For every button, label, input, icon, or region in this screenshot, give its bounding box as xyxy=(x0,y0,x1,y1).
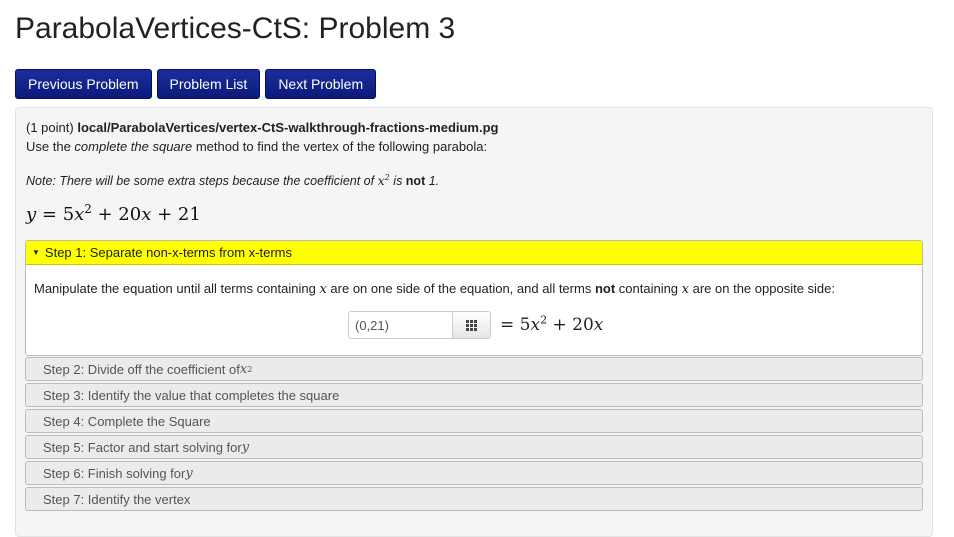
step-1-answer-row: = 5x2 + 20x xyxy=(348,311,603,339)
step-5-variable: y xyxy=(241,439,250,455)
step-1-variable: x xyxy=(319,282,327,297)
rhs-mid: + 20 xyxy=(547,315,594,335)
step-1-header[interactable]: ▼ Step 1: Separate non-x-terms from x-te… xyxy=(26,241,922,265)
equation-tail: + 21 xyxy=(151,204,201,225)
equation-x2: x xyxy=(141,204,152,225)
note-text: Note: There will be some extra steps bec… xyxy=(26,174,378,188)
problem-points: (1 point) xyxy=(26,120,74,135)
equation-x: x xyxy=(74,204,85,225)
problem-nav: Previous Problem Problem List Next Probl… xyxy=(15,69,377,99)
note-text-end: 1. xyxy=(425,174,440,188)
step-1-instruction: Manipulate the equation until all terms … xyxy=(34,281,835,297)
note-text-mid: is xyxy=(389,174,406,188)
rhs-x: x xyxy=(530,315,541,335)
step-1-bold: not xyxy=(594,281,616,296)
equation-lhs: y xyxy=(26,204,37,225)
step-6-label: Step 6: Finish solving for xyxy=(43,465,186,481)
step-5-header[interactable]: Step 5: Factor and start solving for y xyxy=(25,435,923,459)
step-6-header[interactable]: Step 6: Finish solving for y xyxy=(25,461,923,485)
step-1-panel: ▼ Step 1: Separate non-x-terms from x-te… xyxy=(25,240,923,356)
equation-exponent: 2 xyxy=(84,202,92,216)
problem-instruction: Use the complete the square method to fi… xyxy=(26,139,487,154)
next-problem-button[interactable]: Next Problem xyxy=(265,69,377,99)
step-7-header[interactable]: Step 7: Identify the vertex xyxy=(25,487,923,511)
problem-path: local/ParabolaVertices/vertex-CtS-walkth… xyxy=(77,120,499,135)
step-1-text-mid2: containing xyxy=(615,281,682,296)
step-1-text-end: are on the opposite side: xyxy=(689,281,835,296)
page-title: ParabolaVertices-CtS: Problem 3 xyxy=(15,12,456,45)
step-2-header[interactable]: Step 2: Divide off the coefficient of x2 xyxy=(25,357,923,381)
step-6-variable: y xyxy=(185,465,193,481)
step-1-variable-2: x xyxy=(681,282,689,297)
step-5-label: Step 5: Factor and start solving for xyxy=(43,439,242,455)
answer-rhs-equation: = 5x2 + 20x xyxy=(500,314,604,335)
rhs-x2: x xyxy=(593,315,604,335)
equation-mid: + 20 xyxy=(91,204,142,225)
step-2-variable: x xyxy=(239,361,248,377)
step-2-label: Step 2: Divide off the coefficient of xyxy=(43,361,240,377)
answer-input[interactable] xyxy=(348,311,453,339)
problem-header: (1 point) local/ParabolaVertices/vertex-… xyxy=(26,120,499,135)
step-1-label: Step 1: Separate non-x-terms from x-term… xyxy=(44,245,293,260)
instruction-text-end: method to find the vertex of the followi… xyxy=(192,139,488,154)
parabola-equation: y = 5x2 + 20x + 21 xyxy=(26,202,201,225)
instruction-text: Use the xyxy=(26,139,75,154)
previous-problem-button[interactable]: Previous Problem xyxy=(15,69,152,99)
instruction-emphasis: complete the square xyxy=(74,139,193,154)
grid-icon xyxy=(466,319,477,331)
step-4-header[interactable]: Step 4: Complete the Square xyxy=(25,409,923,433)
step-1-text-mid: are on one side of the equation, and all… xyxy=(326,281,595,296)
problem-list-button[interactable]: Problem List xyxy=(156,69,261,99)
step-1-text: Manipulate the equation until all terms … xyxy=(34,281,320,296)
problem-container: (1 point) local/ParabolaVertices/vertex-… xyxy=(15,107,933,537)
step-4-label: Step 4: Complete the Square xyxy=(43,413,211,429)
equation-palette-button[interactable] xyxy=(453,311,491,339)
note-bold: not xyxy=(405,174,426,188)
note-variable: x xyxy=(377,173,385,188)
rhs-coef: = 5 xyxy=(500,315,531,335)
step-7-label: Step 7: Identify the vertex xyxy=(43,491,191,507)
problem-note: Note: There will be some extra steps bec… xyxy=(26,173,439,188)
step-3-label: Step 3: Identify the value that complete… xyxy=(43,387,340,403)
step-3-header[interactable]: Step 3: Identify the value that complete… xyxy=(25,383,923,407)
triangle-down-icon: ▼ xyxy=(32,248,40,257)
equation-coef: = 5 xyxy=(36,204,75,225)
